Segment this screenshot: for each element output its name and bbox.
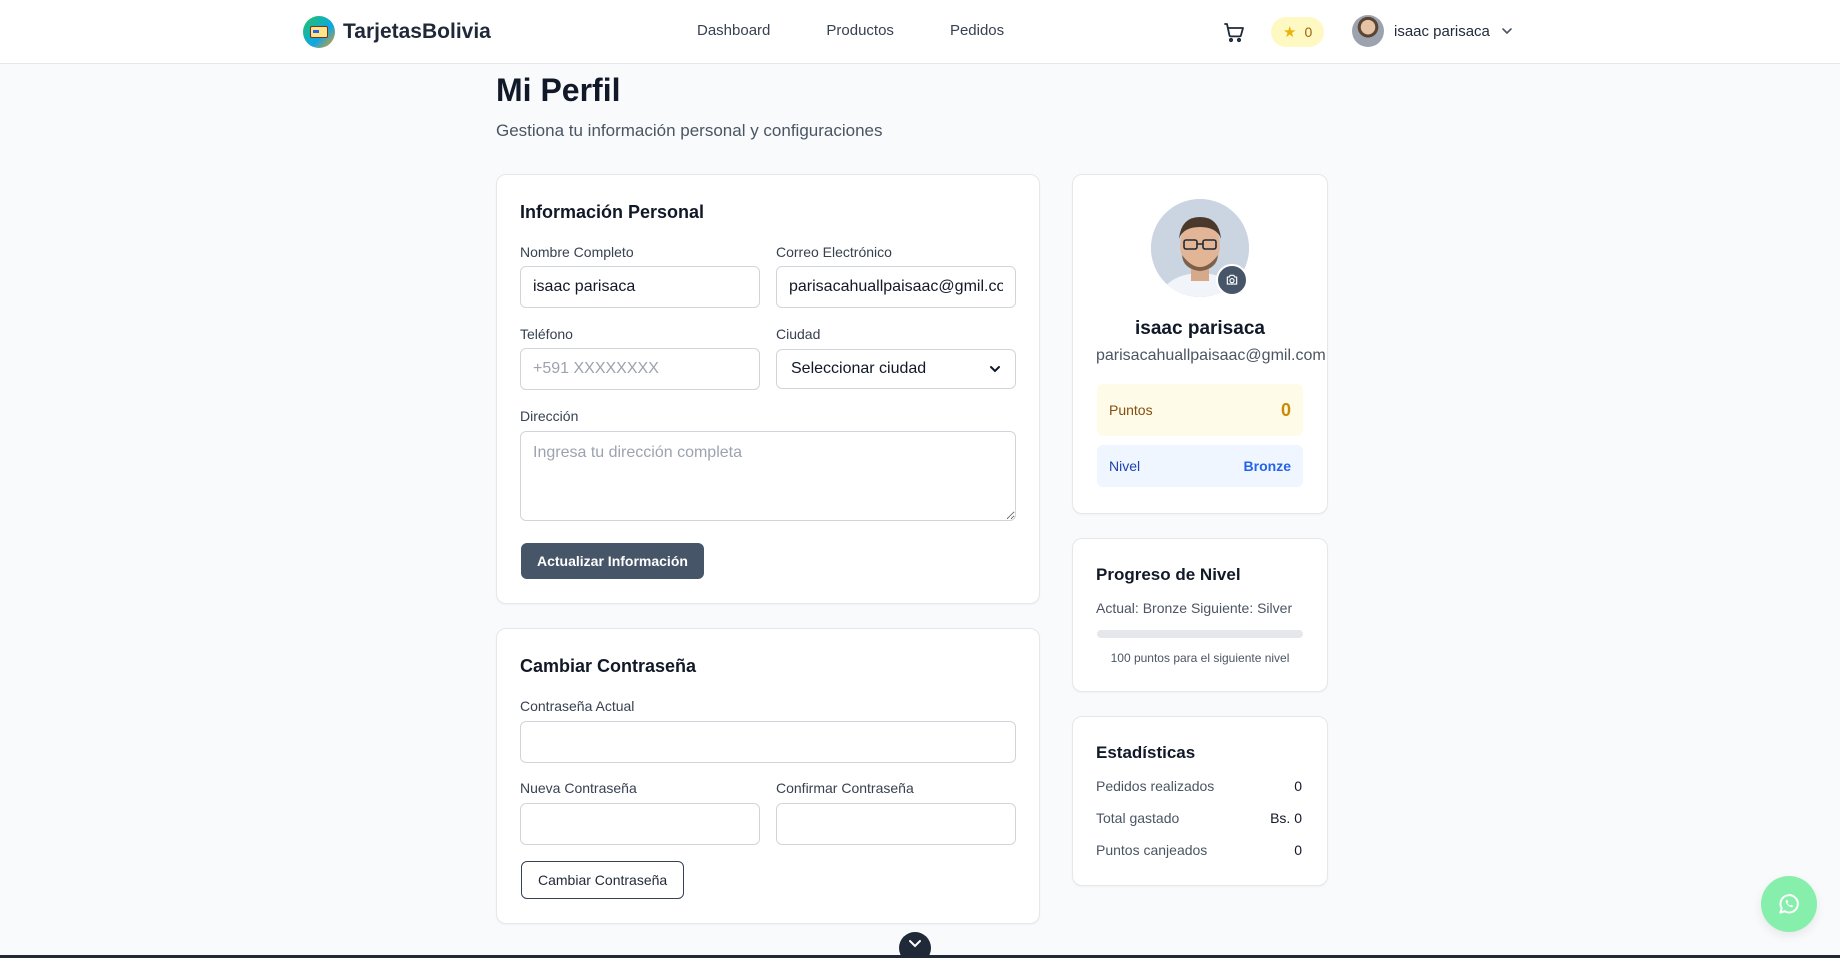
- name-field[interactable]: [520, 266, 760, 308]
- confirm-password-field[interactable]: [776, 803, 1016, 845]
- chevron-down-icon: [990, 366, 1000, 373]
- phone-label: Teléfono: [520, 326, 573, 342]
- cart-icon[interactable]: [1222, 20, 1246, 44]
- brand-link[interactable]: TarjetasBolivia: [303, 16, 491, 48]
- nav-dashboard[interactable]: Dashboard: [697, 22, 770, 39]
- stats-row-spent: Total gastado Bs. 0: [1096, 810, 1302, 826]
- user-avatar: [1352, 15, 1384, 47]
- new-password-field[interactable]: [520, 803, 760, 845]
- page-subtitle: Gestiona tu información personal y confi…: [496, 121, 883, 140]
- change-password-button[interactable]: Cambiar Contraseña: [521, 861, 685, 899]
- city-select[interactable]: Seleccionar ciudad: [776, 349, 1016, 389]
- address-label: Dirección: [520, 408, 579, 424]
- level-status-text: Actual: Bronze Siguiente: Silver: [1096, 600, 1293, 616]
- points-count: 0: [1304, 24, 1313, 40]
- points-label: Puntos: [1109, 402, 1153, 418]
- nav-productos[interactable]: Productos: [826, 22, 894, 39]
- user-name: isaac parisaca: [1394, 22, 1490, 40]
- personal-info-title: Información Personal: [520, 202, 705, 222]
- address-field[interactable]: [520, 431, 1016, 521]
- page-title: Mi Perfil: [496, 72, 621, 108]
- new-password-label: Nueva Contraseña: [520, 780, 637, 796]
- stats-label: Pedidos realizados: [1096, 778, 1215, 794]
- change-photo-button[interactable]: [1216, 264, 1248, 296]
- current-password-label: Contraseña Actual: [520, 698, 635, 714]
- stats-row-orders: Pedidos realizados 0: [1096, 778, 1302, 794]
- camera-icon: [1226, 274, 1238, 285]
- update-info-button[interactable]: Actualizar Información: [521, 543, 704, 579]
- chevron-down-icon: [909, 940, 921, 948]
- stats-value: Bs. 0: [1270, 810, 1302, 826]
- name-label: Nombre Completo: [520, 244, 634, 260]
- stats-label: Total gastado: [1096, 810, 1180, 826]
- points-value: 0: [1280, 399, 1291, 420]
- level-progress-note: 100 puntos para el siguiente nivel: [1110, 651, 1290, 665]
- stats-value: 0: [1294, 778, 1302, 794]
- points-box: Puntos 0: [1097, 384, 1303, 436]
- level-progress-bar: [1097, 630, 1303, 638]
- main-nav: Dashboard Productos Pedidos: [697, 22, 1004, 39]
- email-label: Correo Electrónico: [776, 244, 892, 260]
- chevron-down-icon: [1502, 28, 1512, 35]
- stats-title: Estadísticas: [1096, 743, 1196, 762]
- stats-card: [1072, 716, 1328, 886]
- level-value: Bronze: [1243, 458, 1291, 474]
- stats-value: 0: [1294, 842, 1302, 858]
- brand-name: TarjetasBolivia: [343, 20, 491, 43]
- phone-field[interactable]: [520, 348, 760, 390]
- profile-name: isaac parisaca: [1135, 318, 1265, 339]
- level-label: Nivel: [1109, 458, 1141, 474]
- star-icon: ★: [1283, 24, 1297, 41]
- top-navbar: TarjetasBolivia Dashboard Productos Pedi…: [0, 0, 1840, 64]
- city-select-value: Seleccionar ciudad: [791, 360, 927, 377]
- nav-pedidos[interactable]: Pedidos: [950, 22, 1004, 39]
- whatsapp-icon: [1779, 894, 1799, 914]
- city-label: Ciudad: [776, 326, 821, 342]
- level-progress-title: Progreso de Nivel: [1096, 565, 1241, 584]
- confirm-password-label: Confirmar Contraseña: [776, 780, 914, 796]
- brand-logo-icon: [303, 16, 335, 48]
- email-field[interactable]: [776, 266, 1016, 308]
- stats-label: Puntos canjeados: [1096, 842, 1208, 858]
- points-badge[interactable]: ★ 0: [1271, 17, 1325, 47]
- current-password-field[interactable]: [520, 721, 1016, 763]
- stats-row-redeemed: Puntos canjeados 0: [1096, 842, 1302, 858]
- user-menu[interactable]: isaac parisaca: [1352, 15, 1514, 47]
- profile-email: parisacahuallpaisaac@gmil.com: [1096, 347, 1326, 364]
- change-password-title: Cambiar Contraseña: [520, 656, 697, 676]
- level-box: Nivel Bronze: [1097, 445, 1303, 487]
- whatsapp-button[interactable]: [1761, 876, 1817, 932]
